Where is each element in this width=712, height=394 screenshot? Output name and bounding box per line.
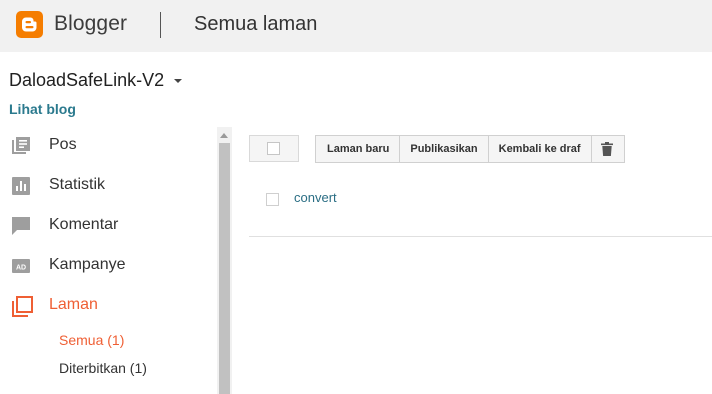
sidebar-item-label: Laman — [49, 296, 98, 313]
sidebar-item-label: Statistik — [49, 176, 106, 193]
checkbox-box — [267, 142, 280, 155]
scroll-up-arrow-icon[interactable] — [220, 133, 228, 138]
sidebar-item-pages[interactable]: Laman — [0, 286, 215, 326]
blogger-logo-icon[interactable] — [16, 11, 43, 38]
blog-name: DaloadSafeLink-V2 — [9, 69, 165, 90]
stats-icon — [11, 176, 31, 196]
delete-button[interactable] — [592, 136, 624, 162]
page-row-checkbox[interactable] — [266, 193, 279, 206]
sidebar-item-label: Kampanye — [49, 256, 126, 273]
view-blog-link[interactable]: Lihat blog — [9, 101, 76, 117]
header-divider — [160, 12, 161, 38]
sidebar-item-label: Pos — [49, 136, 77, 153]
publish-button[interactable]: Publikasikan — [400, 136, 489, 162]
sidebar-item-campaign[interactable]: AD Kampanye — [0, 246, 215, 286]
trash-icon — [600, 142, 613, 156]
sidebar-item-comments[interactable]: Komentar — [0, 206, 215, 246]
ad-icon: AD — [11, 256, 31, 276]
svg-text:AD: AD — [16, 265, 26, 272]
sidebar-subitem-published[interactable]: Diterbitkan (1) — [59, 360, 147, 376]
comment-icon — [11, 216, 31, 236]
sidebar-item-stats[interactable]: Statistik — [0, 166, 215, 206]
page-title-link[interactable]: convert — [294, 190, 337, 205]
pages-icon — [11, 296, 33, 317]
sidebar-item-posts[interactable]: Pos — [0, 126, 215, 166]
page-title: Semua laman — [194, 13, 318, 35]
select-all-checkbox[interactable] — [249, 135, 299, 162]
brand-name: Blogger — [54, 12, 128, 35]
sidebar-subitem-all[interactable]: Semua (1) — [59, 332, 124, 348]
top-bar: Blogger Semua laman — [0, 0, 712, 52]
page-actions-toolbar: Laman baru Publikasikan Kembali ke draf — [315, 135, 625, 163]
sidebar-scrollbar[interactable] — [217, 127, 232, 394]
chevron-down-icon — [174, 79, 183, 83]
sidebar-item-label: Komentar — [49, 216, 119, 233]
posts-icon — [11, 136, 31, 156]
scrollbar-thumb[interactable] — [219, 143, 230, 394]
revert-to-draft-button[interactable]: Kembali ke draf — [489, 136, 592, 162]
blog-selector[interactable]: DaloadSafeLink-V2 — [9, 68, 183, 92]
new-page-button[interactable]: Laman baru — [316, 136, 401, 162]
row-divider — [249, 236, 712, 237]
